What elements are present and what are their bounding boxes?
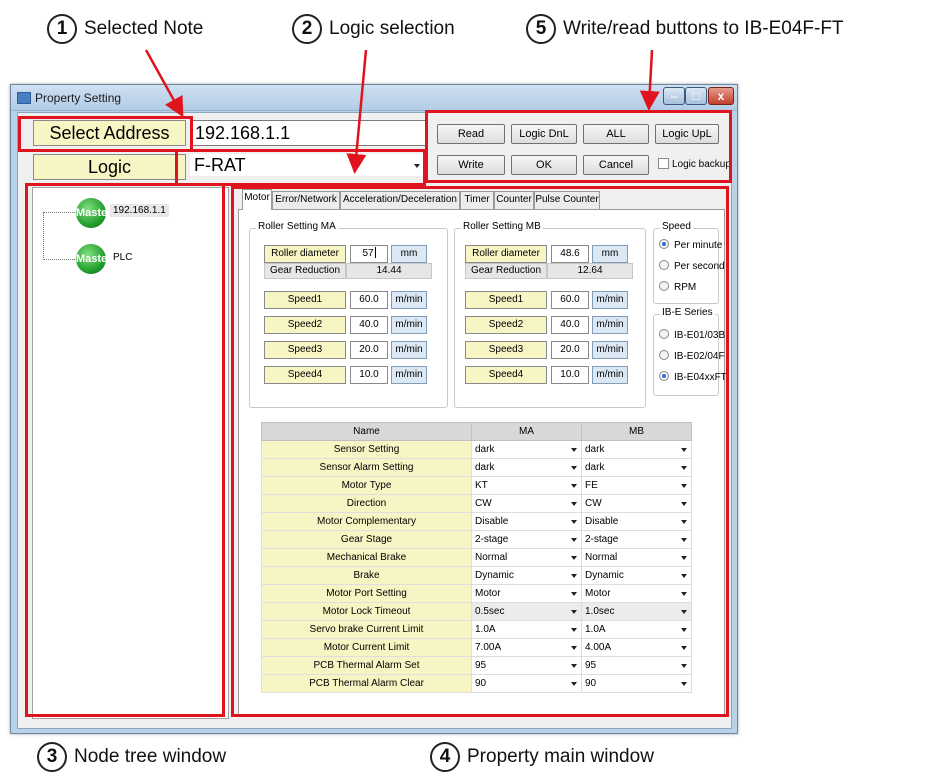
callout-label-node-tree: Node tree window	[74, 746, 227, 767]
callout-label-property-main: Property main window	[467, 746, 654, 767]
arrow-write-read-buttons	[639, 49, 660, 111]
tab-motor[interactable]: Motor	[242, 189, 272, 210]
callout-number-4: 4	[430, 742, 460, 772]
arrow-logic-selection	[346, 49, 368, 174]
callout-number-3: 3	[37, 742, 67, 772]
callout-arrows	[144, 49, 660, 174]
arrow-selected-note	[144, 49, 184, 118]
